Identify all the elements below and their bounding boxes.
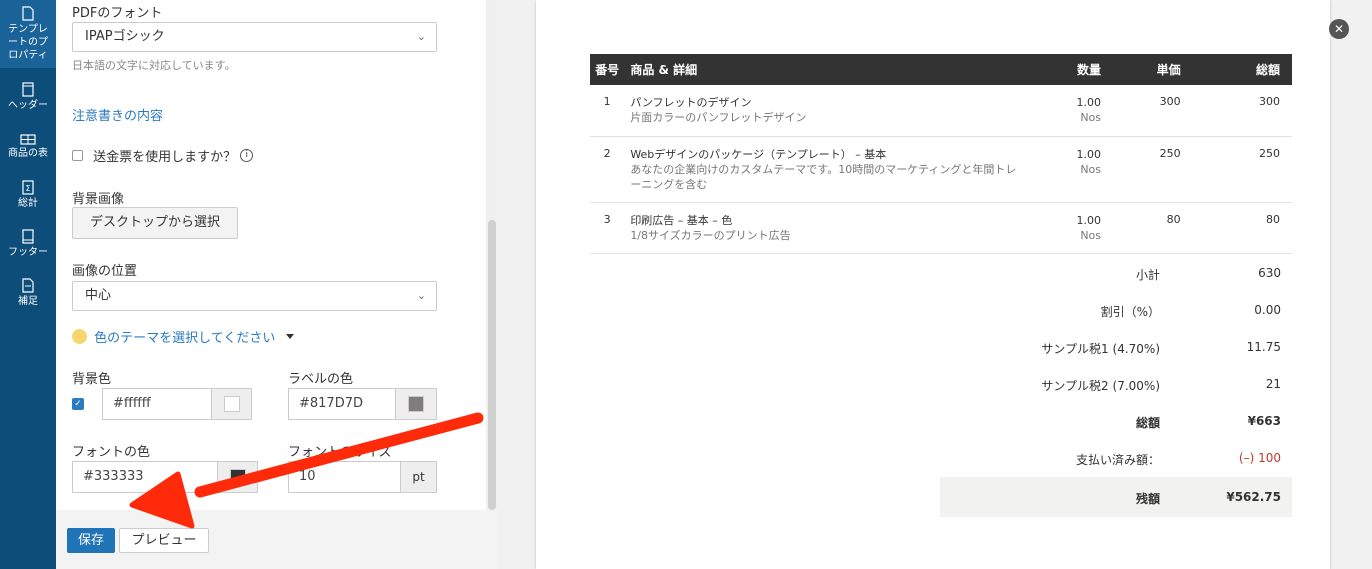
cell-rate: 300 [1121, 85, 1195, 137]
item-desc: あなたの企業向けのカスタムテーマです。10時間のマーケティングと年間トレーニング… [630, 162, 1017, 191]
cell-amount: 80 [1194, 202, 1292, 254]
discount-label: 割引（%） [1100, 305, 1160, 319]
item-desc: 片面カラーのパンフレットデザイン [630, 111, 807, 124]
cell-qty: 1.00 [1076, 147, 1102, 161]
cell-unit: Nos [1080, 228, 1102, 242]
item-desc: 1/8サイズカラーのプリント広告 [630, 228, 791, 242]
col-header: 商品 & 詳細 [624, 54, 1021, 85]
paid-label: 支払い済み額： [1075, 453, 1160, 467]
cell-amount: 300 [1194, 85, 1292, 137]
tax2-value: 21 [1265, 377, 1281, 391]
cell-rate: 250 [1121, 136, 1195, 203]
cell-unit: Nos [1080, 162, 1102, 176]
cell-qty: 1.00 [1076, 96, 1102, 109]
tax2-label: サンプル税2 (7.00%) [1041, 379, 1160, 393]
total-value: ¥663 [1247, 414, 1281, 428]
subtotal-value: 630 [1258, 266, 1281, 280]
col-header: 番号 [590, 54, 625, 85]
cell-amount: 250 [1194, 136, 1292, 203]
table-row: 3 印刷広告 – 基本 – 色 1/8サイズカラーのプリント広告 1.00 Nos … [590, 202, 1292, 254]
balance-label: 残額 [1135, 492, 1160, 506]
cell-unit: Nos [1080, 111, 1102, 124]
cell-no: 3 [590, 202, 625, 254]
table-row: 2 Webデザインのパッケージ（テンプレート） – 基本 あなたの企業向けのカスタ… [590, 136, 1292, 203]
cell-rate: 80 [1121, 202, 1195, 254]
cell-no: 2 [590, 136, 625, 203]
discount-value: 0.00 [1254, 303, 1281, 317]
item-name: 印刷広告 – 基本 – 色 [630, 213, 733, 227]
paid-value: (–) 100 [1238, 451, 1281, 465]
item-name: Webデザインのパッケージ（テンプレート） – 基本 [630, 147, 887, 161]
col-header: 単価 [1121, 54, 1195, 85]
balance-value: ¥562.75 [1226, 490, 1281, 504]
item-name: パンフレットのデザイン [630, 96, 752, 109]
table-header-row: 番号 商品 & 詳細 数量 単価 総額 [590, 54, 1292, 85]
tax1-value: 11.75 [1246, 340, 1281, 354]
tax1-label: サンプル税1 (4.70%) [1041, 342, 1160, 356]
items-table: 番号 商品 & 詳細 数量 単価 総額 1 パンフレットのデザイン片面カラーのパ… [590, 54, 1292, 254]
cell-no: 1 [590, 85, 625, 137]
total-label: 総額 [1135, 416, 1160, 430]
cell-qty: 1.00 [1076, 213, 1102, 227]
close-icon[interactable]: ✕ [1329, 19, 1349, 39]
subtotal-label: 小計 [1135, 268, 1160, 282]
col-header: 数量 [1020, 54, 1122, 85]
table-row: 1 パンフレットのデザイン片面カラーのパンフレットデザイン 1.00 Nos 30… [590, 85, 1292, 137]
col-header: 総額 [1194, 54, 1292, 85]
